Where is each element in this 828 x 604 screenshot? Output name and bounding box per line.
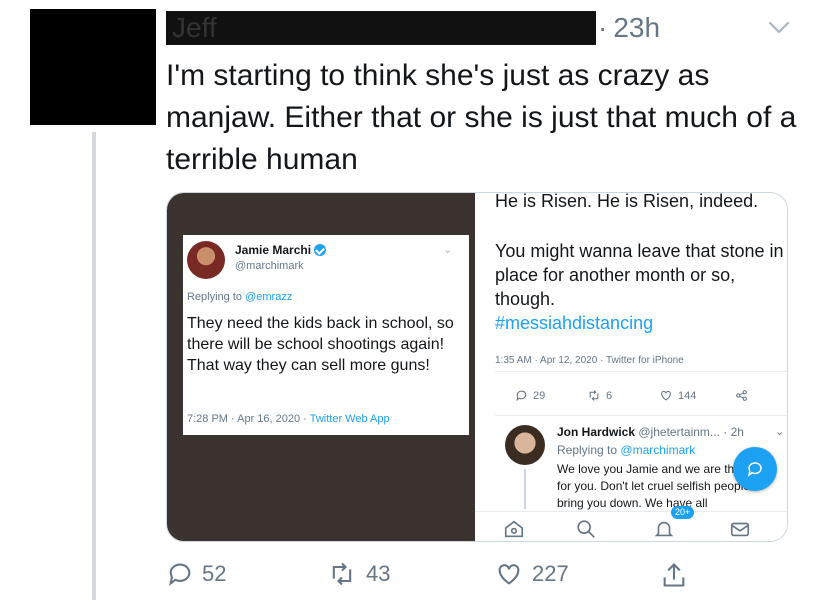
chevron-down-icon: ⌄	[775, 426, 785, 438]
like-count: 227	[532, 561, 569, 586]
replying-to: Replying to @marchimark	[557, 443, 696, 457]
chevron-down-icon[interactable]	[764, 12, 794, 42]
like-icon	[498, 564, 520, 585]
reply-icon	[169, 563, 191, 586]
embedded-reply: 29	[515, 389, 545, 402]
tweet-action-bar: 52 43 227	[166, 560, 706, 596]
divider	[495, 371, 787, 372]
embedded-author-name: Jamie Marchi	[235, 243, 327, 257]
tweet-header: Jeff · 23h	[166, 8, 660, 48]
replying-to: Replying to @emrazz	[187, 291, 293, 303]
reply-count: 52	[202, 561, 227, 586]
author-name-redacted[interactable]: Jeff	[166, 11, 596, 45]
verified-icon	[314, 244, 327, 256]
messages-icon	[730, 522, 750, 537]
like-icon	[661, 390, 671, 401]
embedded-tweet-meta: 7:28 PM · Apr 16, 2020 · Twitter Web App	[187, 413, 390, 425]
reply-button[interactable]: 52	[166, 560, 226, 588]
reply-author: Jon Hardwick @jhetertainm... · 2h	[557, 425, 744, 439]
share-icon	[663, 563, 685, 587]
tweet-time[interactable]: 23h	[613, 12, 660, 44]
retweet-icon	[332, 562, 352, 586]
embedded-share	[735, 389, 748, 402]
retweet-icon	[589, 390, 599, 401]
share-button[interactable]	[660, 560, 688, 590]
thread-line	[92, 132, 96, 600]
embedded-action-bar: 29 6 144	[515, 389, 785, 405]
like-button[interactable]: 227	[494, 560, 569, 588]
avatar	[505, 425, 545, 465]
embedded-retweet: 6	[587, 389, 612, 402]
thread-line	[524, 469, 526, 509]
home-icon	[504, 520, 524, 538]
avatar	[187, 241, 225, 279]
reply-icon	[516, 390, 527, 402]
embedded-handle: @marchimark	[235, 260, 304, 272]
retweet-count: 43	[366, 561, 391, 586]
screenshot-left: Jamie Marchi @marchimark ⌄ Replying to @…	[167, 193, 475, 541]
chevron-down-icon: ⌄	[443, 244, 453, 256]
notifications-icon	[654, 521, 674, 537]
tweet-text: I'm starting to think she's just as craz…	[166, 59, 797, 176]
image-attachment[interactable]: Jamie Marchi @marchimark ⌄ Replying to @…	[166, 192, 788, 542]
screenshot-right: He is Risen. He is Risen, indeed. You mi…	[475, 192, 787, 541]
share-icon	[736, 390, 747, 401]
notification-badge: 20+	[671, 506, 695, 519]
tab-bar: 20+	[475, 506, 787, 541]
embedded-tweet-text: You might wanna leave that stone in plac…	[495, 241, 784, 333]
separator-dot: ·	[598, 12, 608, 43]
redacted-avatar	[30, 9, 156, 125]
compose-button	[733, 447, 777, 491]
search-icon	[577, 520, 595, 538]
embedded-tweet-meta: 1:35 AM · Apr 12, 2020 · Twitter for iPh…	[495, 355, 684, 365]
embedded-top-text: He is Risen. He is Risen, indeed.	[495, 192, 759, 211]
embedded-like: 144	[659, 389, 696, 402]
retweet-button[interactable]: 43	[326, 560, 390, 588]
reply-text: We love you Jamie and we are there for y…	[557, 462, 752, 510]
embedded-tweet-text: They need the kids back in school, so th…	[187, 315, 454, 374]
divider	[495, 415, 787, 416]
compose-icon	[747, 462, 762, 477]
